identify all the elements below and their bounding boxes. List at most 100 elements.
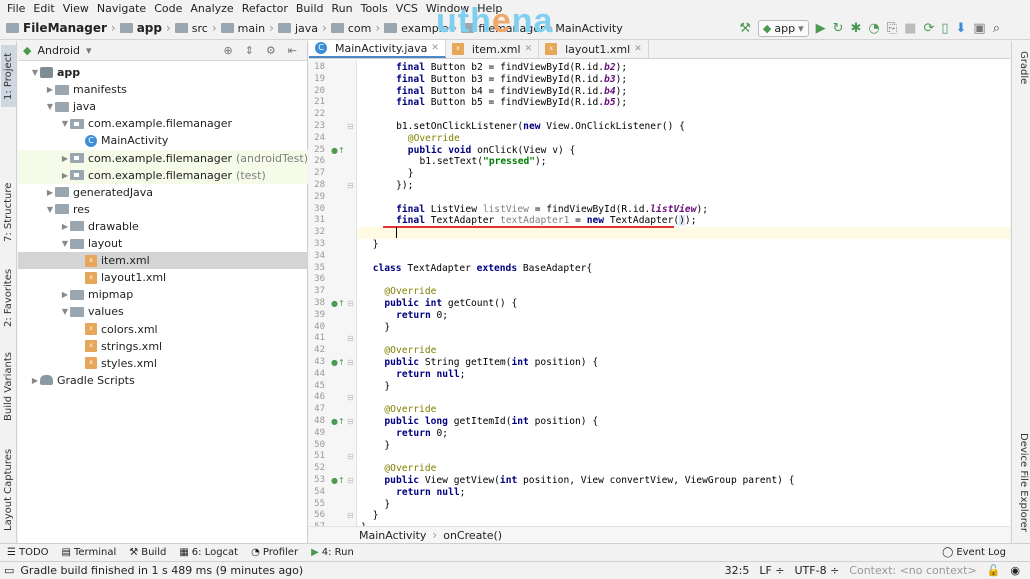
tab-gradle[interactable]: Gradle [1014,51,1029,84]
avd-manager-icon[interactable]: ▯ [941,22,948,35]
crumb-com[interactable]: com [329,22,371,35]
tab-build-variants[interactable]: Build Variants [1,347,16,427]
debug-icon[interactable]: ✱ [851,22,862,35]
tab-run[interactable]: ▶ 4: Run [311,547,354,558]
fold-icon[interactable]: ⊟ [347,475,354,487]
tree-item-generatedjava[interactable]: ▶ generatedJava [18,184,308,201]
tab-build[interactable]: ⚒ Build [129,547,166,558]
menu-vcs[interactable]: VCS [392,2,422,15]
stop-icon[interactable]: ■ [904,22,916,35]
chevron-down-icon[interactable]: ▼ [45,102,55,111]
tree-item-colors-xml[interactable]: x colors.xml [18,321,308,338]
menu-code[interactable]: Code [150,2,186,15]
tab-device-file-explorer[interactable]: Device File Explorer [1014,433,1029,532]
fold-icon[interactable]: ⊟ [347,510,354,522]
tree-item-layout1-xml[interactable]: x layout1.xml [18,269,308,286]
chevron-down-icon[interactable]: ▼ [45,205,55,214]
run-config-select[interactable]: ◆ app ▾ [757,20,809,37]
tab-item-xml[interactable]: x item.xml ✕ [446,40,540,58]
chevron-right-icon[interactable]: ▶ [60,154,70,163]
tree-item-layout[interactable]: ▼ layout [18,235,308,252]
chevron-down-icon[interactable]: ▼ [30,68,40,77]
event-log-button[interactable]: ◯ Event Log [942,547,1006,558]
lock-icon[interactable]: 🔓 [987,564,1001,577]
tab-logcat[interactable]: ▦ 6: Logcat [179,547,238,558]
override-icon[interactable]: ●↑ [331,416,345,428]
chevron-down-icon[interactable]: ▼ [60,307,70,316]
menu-edit[interactable]: Edit [29,2,58,15]
caret-position[interactable]: 32:5 [725,564,750,577]
menu-view[interactable]: View [59,2,93,15]
chevron-right-icon[interactable]: ▶ [45,85,55,94]
crumb-mainactivity[interactable]: MainActivity [555,22,622,35]
layout-inspector-icon[interactable]: ▣ [973,22,985,35]
crumb-main[interactable]: main [219,22,265,35]
status-message[interactable]: Gradle build finished in 1 s 489 ms (9 m… [20,564,303,577]
apply-changes-icon[interactable]: ↻ [833,22,844,35]
inspector-icon[interactable]: ◉ [1010,564,1020,577]
chevron-down-icon[interactable]: ▼ [60,239,70,248]
attach-debugger-icon[interactable]: ⎘ [887,22,897,35]
menu-analyze[interactable]: Analyze [186,2,237,15]
tree-item-drawable[interactable]: ▶ drawable [18,218,308,235]
hide-icon[interactable]: ⇤ [288,44,297,57]
crumb-java[interactable]: java [276,22,318,35]
search-icon[interactable]: ⌕ [993,22,1000,35]
hammer-icon[interactable]: ⚒ [739,22,751,35]
run-icon[interactable]: ▶ [816,22,826,35]
crumb-method[interactable]: onCreate() [443,529,502,542]
override-icon[interactable]: ●↑ [331,298,345,310]
sdk-manager-icon[interactable]: ⬇ [956,22,967,35]
context-indicator[interactable]: Context: <no context> [849,564,976,577]
crumb-project[interactable]: FileManager [4,21,107,35]
tree-item-res[interactable]: ▼ res [18,201,308,218]
crumb-src[interactable]: src [173,22,208,35]
chevron-right-icon[interactable]: ▶ [60,171,70,180]
fold-icon[interactable]: ⊟ [347,451,354,463]
tab-profiler[interactable]: ◔ Profiler [251,547,298,558]
line-separator[interactable]: LF ÷ [759,564,784,577]
tree-item-values[interactable]: ▼ values [18,303,308,320]
scroll-from-source-icon[interactable]: ⊕ [223,44,232,57]
project-view-select[interactable]: Android [37,44,80,57]
tab-layout1-xml[interactable]: x layout1.xml ✕ [539,40,649,58]
close-icon[interactable]: ✕ [525,44,533,54]
status-icon[interactable]: ▭ [4,564,14,577]
crumb-class[interactable]: MainActivity [359,529,426,542]
tab-terminal[interactable]: ▤ Terminal [62,547,117,558]
close-icon[interactable]: ✕ [431,43,439,53]
chevron-right-icon[interactable]: ▶ [60,222,70,231]
fold-icon[interactable]: ⊟ [347,357,354,369]
crumb-app[interactable]: app [118,21,162,35]
tree-item-app[interactable]: ▼ app [18,64,308,81]
file-encoding[interactable]: UTF-8 ÷ [795,564,840,577]
override-icon[interactable]: ●↑ [331,475,345,487]
tab-layout-captures[interactable]: Layout Captures [1,441,16,539]
chevron-down-icon[interactable]: ▼ [60,119,70,128]
tree-item-package-test[interactable]: ▶ com.example.filemanager (test) [18,166,308,184]
tab-todo[interactable]: ☰ TODO [7,547,49,558]
override-icon[interactable]: ●↑ [331,145,345,157]
override-icon[interactable]: ●↑ [331,357,345,369]
close-icon[interactable]: ✕ [634,44,642,54]
chevron-right-icon[interactable]: ▶ [60,290,70,299]
chevron-down-icon[interactable]: ▾ [86,44,92,57]
menu-run[interactable]: Run [328,2,357,15]
fold-icon[interactable]: ⊟ [347,392,354,404]
fold-icon[interactable]: ⊟ [347,180,354,192]
gear-icon[interactable]: ⚙ [266,44,276,57]
sync-icon[interactable]: ⟳ [923,22,934,35]
code-area[interactable]: 18 19 20 21 22 23 24 25 26 27 28 29 30 31 32 33 34 35 36 37… [309,60,1010,526]
profile-icon[interactable]: ◔ [868,22,879,35]
menu-refactor[interactable]: Refactor [238,2,292,15]
tab-project[interactable]: 1: Project [1,45,16,107]
collapse-all-icon[interactable]: ⇕ [245,44,254,57]
tree-item-gradle-scripts[interactable]: ▶ Gradle Scripts [18,372,308,389]
fold-icon[interactable]: ⊟ [347,298,354,310]
menu-build[interactable]: Build [292,2,328,15]
tree-item-manifests[interactable]: ▶ manifests [18,81,308,98]
tree-item-styles-xml[interactable]: x styles.xml [18,355,308,372]
fold-icon[interactable]: ⊟ [347,416,354,428]
tab-mainactivity[interactable]: C MainActivity.java ✕ [309,40,446,58]
fold-icon[interactable]: ⊟ [347,333,354,345]
